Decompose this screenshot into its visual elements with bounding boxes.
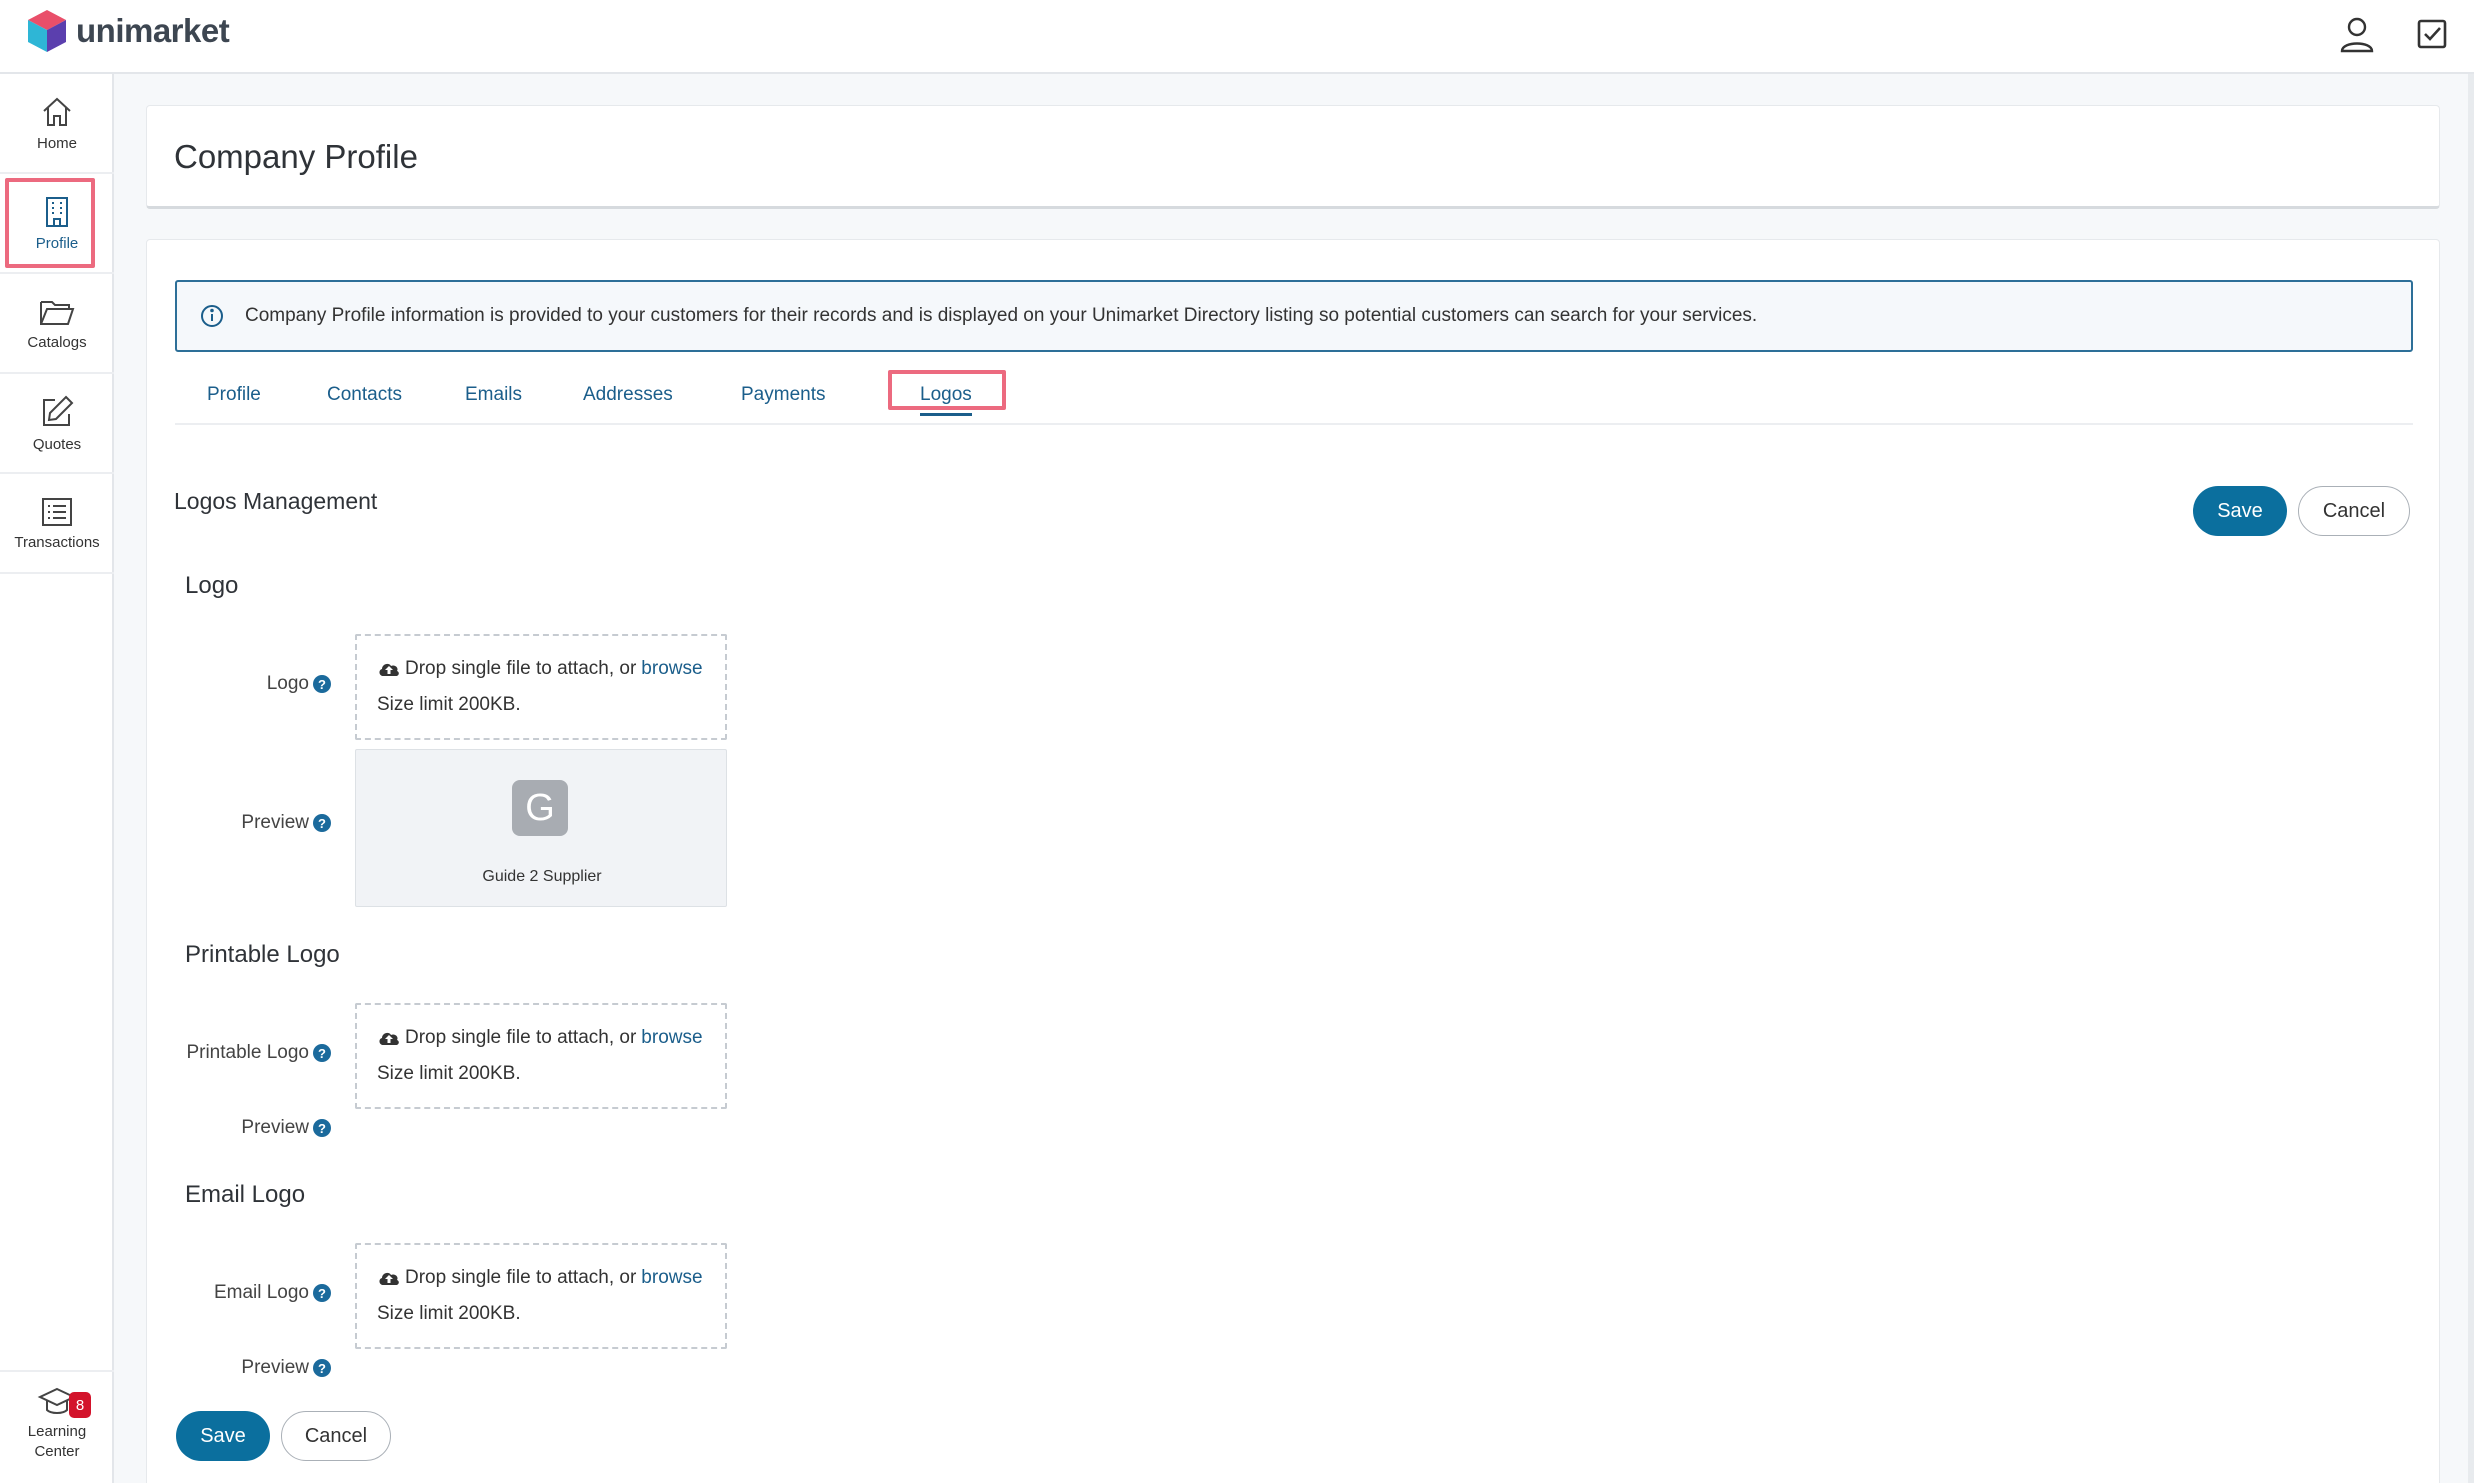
help-icon[interactable]: ? bbox=[313, 814, 331, 832]
cancel-button-top[interactable]: Cancel bbox=[2298, 486, 2410, 536]
save-button-top[interactable]: Save bbox=[2193, 486, 2287, 536]
cloud-upload-icon bbox=[379, 1272, 399, 1285]
email-logo-field-label: Email Logo? bbox=[147, 1281, 331, 1305]
sidebar-item-learning-center[interactable]: 8 Learning Center bbox=[0, 1370, 114, 1483]
printable-logo-preview-label: Preview? bbox=[147, 1116, 331, 1140]
size-limit-text: Size limit 200KB. bbox=[377, 1063, 521, 1084]
browse-link[interactable]: browse bbox=[641, 658, 702, 680]
dropzone-text: Drop single file to attach, or browse bbox=[377, 658, 703, 680]
user-account-icon[interactable] bbox=[2335, 12, 2379, 56]
logo-section-heading: Logo bbox=[185, 572, 239, 599]
sidebar-item-profile[interactable]: Profile bbox=[0, 174, 114, 274]
help-icon[interactable]: ? bbox=[313, 1119, 331, 1137]
page-header: Company Profile bbox=[146, 105, 2440, 209]
cloud-upload-icon bbox=[379, 663, 399, 676]
unimarket-logo-icon bbox=[28, 10, 66, 52]
sidebar-item-label: Transactions bbox=[14, 533, 100, 551]
dropzone-text: Drop single file to attach, or browse bbox=[377, 1267, 703, 1289]
learning-center-label: Learning Center bbox=[28, 1422, 86, 1462]
preview-label-text: Preview bbox=[241, 1117, 309, 1138]
edit-icon bbox=[43, 395, 74, 426]
printable-logo-field-label: Printable Logo? bbox=[147, 1041, 331, 1065]
sidebar-item-quotes[interactable]: Quotes bbox=[0, 374, 114, 474]
notification-badge: 8 bbox=[69, 1392, 91, 1418]
preview-label-text: Preview bbox=[241, 812, 309, 833]
tasks-checkbox-icon[interactable] bbox=[2410, 12, 2454, 56]
logo-dropzone[interactable]: Drop single file to attach, or browse Siz… bbox=[355, 634, 727, 740]
sidebar: Home Profile Catalogs Quotes Transaction… bbox=[0, 74, 114, 1483]
highlight-box bbox=[888, 370, 1006, 410]
list-icon bbox=[42, 497, 72, 526]
size-limit-text: Size limit 200KB. bbox=[377, 694, 521, 715]
sidebar-item-transactions[interactable]: Transactions bbox=[0, 474, 114, 574]
tab-profile[interactable]: Profile bbox=[207, 384, 261, 406]
email-logo-dropzone[interactable]: Drop single file to attach, or browse Siz… bbox=[355, 1243, 727, 1349]
browse-link[interactable]: browse bbox=[641, 1027, 702, 1049]
logos-management-heading: Logos Management bbox=[174, 488, 378, 514]
tab-contacts[interactable]: Contacts bbox=[327, 384, 402, 406]
logo-preview-label: Preview? bbox=[147, 811, 331, 835]
sidebar-item-label: Quotes bbox=[32, 435, 82, 453]
email-logo-preview-label: Preview? bbox=[147, 1356, 331, 1380]
profile-tabs: Profile Contacts Emails Addresses Paymen… bbox=[175, 370, 2413, 425]
help-icon[interactable]: ? bbox=[313, 1044, 331, 1062]
logo-placeholder-avatar: G bbox=[512, 780, 568, 836]
folder-open-icon bbox=[40, 300, 75, 325]
save-button-bottom[interactable]: Save bbox=[176, 1411, 270, 1461]
brand-logo[interactable]: unimarket bbox=[26, 8, 230, 54]
tab-payments[interactable]: Payments bbox=[741, 384, 825, 406]
dropzone-text: Drop single file to attach, or browse bbox=[377, 1027, 703, 1049]
sidebar-item-label: Home bbox=[36, 134, 77, 152]
preview-label-text: Preview bbox=[241, 1357, 309, 1378]
cloud-upload-icon bbox=[379, 1032, 399, 1045]
drop-text: Drop single file to attach, or bbox=[405, 658, 637, 679]
tab-addresses[interactable]: Addresses bbox=[583, 384, 673, 406]
sidebar-item-label: Catalogs bbox=[27, 333, 87, 351]
sidebar-item-catalogs[interactable]: Catalogs bbox=[0, 274, 114, 374]
browse-link[interactable]: browse bbox=[641, 1267, 702, 1289]
company-name: Guide 2 Supplier bbox=[482, 868, 602, 885]
help-icon[interactable]: ? bbox=[313, 1359, 331, 1377]
email-label-text: Email Logo bbox=[213, 1282, 309, 1303]
info-text: Company Profile information is provided … bbox=[245, 305, 1758, 326]
logo-field-label: Logo? bbox=[147, 672, 331, 696]
printable-logo-dropzone[interactable]: Drop single file to attach, or browse Siz… bbox=[355, 1003, 727, 1109]
page-scrollbar[interactable] bbox=[2468, 74, 2474, 1483]
highlight-box bbox=[5, 178, 95, 268]
top-bar: unimarket bbox=[0, 0, 2474, 74]
drop-text: Drop single file to attach, or bbox=[405, 1267, 637, 1288]
cancel-button-bottom[interactable]: Cancel bbox=[281, 1411, 391, 1461]
size-limit-text: Size limit 200KB. bbox=[377, 1303, 521, 1324]
help-icon[interactable]: ? bbox=[313, 675, 331, 693]
home-icon bbox=[43, 97, 71, 126]
printable-logo-section-heading: Printable Logo bbox=[185, 941, 340, 968]
email-logo-section-heading: Email Logo bbox=[185, 1181, 306, 1208]
info-icon bbox=[201, 305, 223, 327]
brand-name: unimarket bbox=[76, 12, 230, 49]
page-title: Company Profile bbox=[174, 138, 418, 175]
tab-emails[interactable]: Emails bbox=[465, 384, 522, 406]
sidebar-item-home[interactable]: Home bbox=[0, 74, 114, 174]
logo-label-text: Logo bbox=[266, 673, 309, 694]
info-banner: Company Profile information is provided … bbox=[175, 280, 2413, 352]
drop-text: Drop single file to attach, or bbox=[405, 1027, 637, 1048]
main-content: Company Profile information is provided … bbox=[146, 239, 2440, 1483]
printable-label-text: Printable Logo bbox=[186, 1042, 309, 1063]
learning-label-line2: Center bbox=[34, 1443, 80, 1460]
help-icon[interactable]: ? bbox=[313, 1284, 331, 1302]
learning-label-line1: Learning bbox=[27, 1423, 87, 1440]
logo-preview: G Guide 2 Supplier bbox=[355, 749, 727, 907]
